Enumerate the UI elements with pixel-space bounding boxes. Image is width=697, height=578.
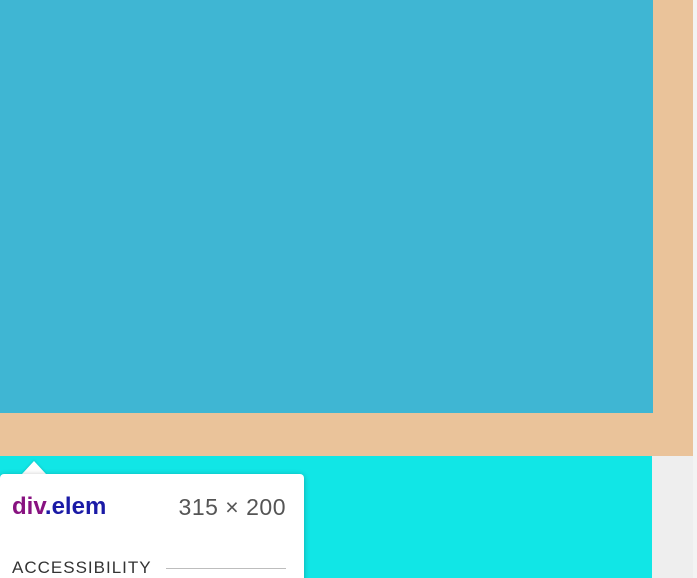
inspected-page: div.elem 315 × 200 ACCESSIBILITY [0,0,697,578]
element-dimensions: 315 × 200 [178,493,286,520]
tooltip-header: div.elem 315 × 200 [12,492,286,522]
accessibility-title: ACCESSIBILITY [12,558,152,577]
selector-tag: div [12,493,45,520]
accessibility-section: ACCESSIBILITY [12,558,286,578]
tooltip-pointer [22,461,46,474]
page-background [652,456,693,578]
section-divider [165,567,286,569]
selector-class: .elem [44,493,107,520]
content-highlight[interactable] [0,0,653,413]
page-gutter [693,0,697,578]
element-selector: div.elem [12,493,106,521]
inspect-tooltip: div.elem 315 × 200 ACCESSIBILITY [0,474,304,578]
